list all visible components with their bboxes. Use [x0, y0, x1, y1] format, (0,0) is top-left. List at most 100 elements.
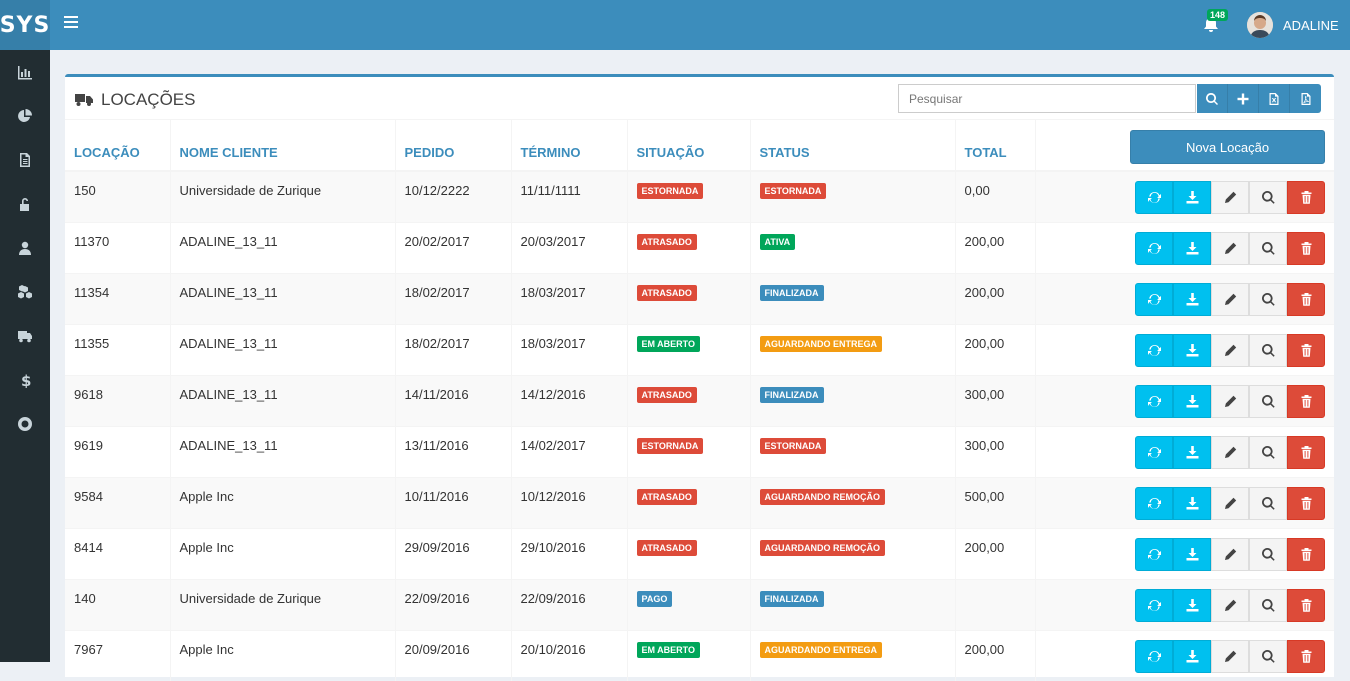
view-button[interactable]	[1249, 282, 1287, 316]
column-header-situation[interactable]: SITUAÇÃO	[627, 120, 751, 172]
download-button[interactable]	[1173, 282, 1211, 316]
column-header-client[interactable]: NOME CLIENTE	[170, 120, 396, 172]
edit-button[interactable]	[1211, 537, 1249, 571]
renew-button[interactable]	[1135, 231, 1173, 265]
sidebar: SYS $	[0, 0, 50, 662]
sidebar-item-access[interactable]	[0, 182, 50, 226]
app-logo[interactable]: SYS	[0, 0, 50, 50]
refresh-icon	[1147, 497, 1161, 509]
delete-button[interactable]	[1287, 231, 1325, 265]
add-button[interactable]	[1228, 84, 1259, 113]
top-navbar: 148 ADALINE	[50, 0, 1350, 50]
renew-button[interactable]	[1135, 435, 1173, 469]
renew-button[interactable]	[1135, 486, 1173, 520]
export-pdf-button[interactable]	[1290, 84, 1321, 113]
view-button[interactable]	[1249, 181, 1287, 214]
sidebar-item-documents[interactable]	[0, 138, 50, 182]
column-header-end[interactable]: TÉRMINO	[511, 120, 628, 172]
download-button[interactable]	[1173, 231, 1211, 265]
delete-button[interactable]	[1287, 639, 1325, 673]
delete-button[interactable]	[1287, 486, 1325, 520]
view-button[interactable]	[1249, 486, 1287, 520]
delete-button[interactable]	[1287, 384, 1325, 418]
column-header-total[interactable]: TOTAL	[955, 120, 1036, 172]
trash-icon	[1301, 292, 1311, 306]
sidebar-item-products[interactable]	[0, 270, 50, 314]
table-row[interactable]: 9584 Apple Inc 10/11/2016 10/12/2016 ATR…	[65, 476, 1334, 528]
cell-client: Universidade de Zurique	[170, 170, 396, 222]
table-row[interactable]: 8414 Apple Inc 29/09/2016 29/10/2016 ATR…	[65, 527, 1334, 579]
edit-button[interactable]	[1211, 588, 1249, 622]
download-button[interactable]	[1173, 333, 1211, 367]
situation-badge: EM ABERTO	[636, 641, 701, 658]
pencil-icon	[1224, 293, 1236, 305]
delete-button[interactable]	[1287, 282, 1325, 316]
table-row[interactable]: 140 Universidade de Zurique 22/09/2016 2…	[65, 578, 1334, 630]
table-row[interactable]: 9619 ADALINE_13_11 13/11/2016 14/02/2017…	[65, 425, 1334, 477]
trash-icon	[1301, 496, 1311, 510]
avatar[interactable]	[1247, 12, 1273, 38]
user-name[interactable]: ADALINE	[1283, 18, 1339, 33]
delete-button[interactable]	[1287, 435, 1325, 469]
cell-end: 10/12/2016	[511, 476, 628, 528]
edit-button[interactable]	[1211, 384, 1249, 418]
sidebar-item-reports[interactable]	[0, 94, 50, 138]
edit-button[interactable]	[1211, 486, 1249, 520]
view-button[interactable]	[1249, 231, 1287, 265]
sidebar-item-support[interactable]	[0, 402, 50, 446]
view-button[interactable]	[1249, 537, 1287, 571]
table-row[interactable]: 11354 ADALINE_13_11 18/02/2017 18/03/201…	[65, 272, 1334, 324]
edit-button[interactable]	[1211, 639, 1249, 673]
sidebar-item-dashboard[interactable]	[0, 50, 50, 94]
table-row[interactable]: 150 Universidade de Zurique 10/12/2222 1…	[65, 170, 1334, 222]
edit-button[interactable]	[1211, 435, 1249, 469]
table-row[interactable]: 11370 ADALINE_13_11 20/02/2017 20/03/201…	[65, 221, 1334, 273]
cell-id: 140	[65, 578, 171, 630]
view-button[interactable]	[1249, 384, 1287, 418]
delete-button[interactable]	[1287, 537, 1325, 571]
edit-button[interactable]	[1211, 181, 1249, 214]
sidebar-item-users[interactable]	[0, 226, 50, 270]
download-button[interactable]	[1173, 639, 1211, 673]
column-header-ordered[interactable]: PEDIDO	[395, 120, 512, 172]
table-row[interactable]: 11355 ADALINE_13_11 18/02/2017 18/03/201…	[65, 323, 1334, 375]
renew-button[interactable]	[1135, 588, 1173, 622]
renew-button[interactable]	[1135, 282, 1173, 316]
cell-id: 150	[65, 170, 171, 222]
view-button[interactable]	[1249, 333, 1287, 367]
delete-button[interactable]	[1287, 333, 1325, 367]
export-excel-button[interactable]	[1259, 84, 1290, 113]
view-button[interactable]	[1249, 435, 1287, 469]
cell-end: 18/03/2017	[511, 323, 628, 375]
download-button[interactable]	[1173, 486, 1211, 520]
view-button[interactable]	[1249, 588, 1287, 622]
download-button[interactable]	[1173, 435, 1211, 469]
renew-button[interactable]	[1135, 181, 1173, 214]
view-button[interactable]	[1249, 639, 1287, 673]
edit-button[interactable]	[1211, 231, 1249, 265]
edit-button[interactable]	[1211, 282, 1249, 316]
renew-button[interactable]	[1135, 384, 1173, 418]
edit-button[interactable]	[1211, 333, 1249, 367]
column-header-status[interactable]: STATUS	[750, 120, 956, 172]
cell-total: 200,00	[955, 272, 1036, 324]
cell-total: 200,00	[955, 527, 1036, 579]
search-input[interactable]	[898, 84, 1196, 113]
search-button[interactable]	[1197, 84, 1228, 113]
renew-button[interactable]	[1135, 639, 1173, 673]
renew-button[interactable]	[1135, 537, 1173, 571]
menu-toggle-icon[interactable]	[64, 16, 78, 34]
column-header-id[interactable]: LOCAÇÃO	[65, 120, 171, 172]
renew-button[interactable]	[1135, 333, 1173, 367]
download-button[interactable]	[1173, 537, 1211, 571]
table-row[interactable]: 7967 Apple Inc 20/09/2016 20/10/2016 EM …	[65, 629, 1334, 681]
delete-button[interactable]	[1287, 181, 1325, 214]
svg-text:$: $	[21, 372, 31, 388]
download-button[interactable]	[1173, 181, 1211, 214]
sidebar-item-finance[interactable]: $	[0, 358, 50, 402]
delete-button[interactable]	[1287, 588, 1325, 622]
sidebar-item-rentals[interactable]	[0, 314, 50, 358]
download-button[interactable]	[1173, 588, 1211, 622]
table-row[interactable]: 9618 ADALINE_13_11 14/11/2016 14/12/2016…	[65, 374, 1334, 426]
download-button[interactable]	[1173, 384, 1211, 418]
